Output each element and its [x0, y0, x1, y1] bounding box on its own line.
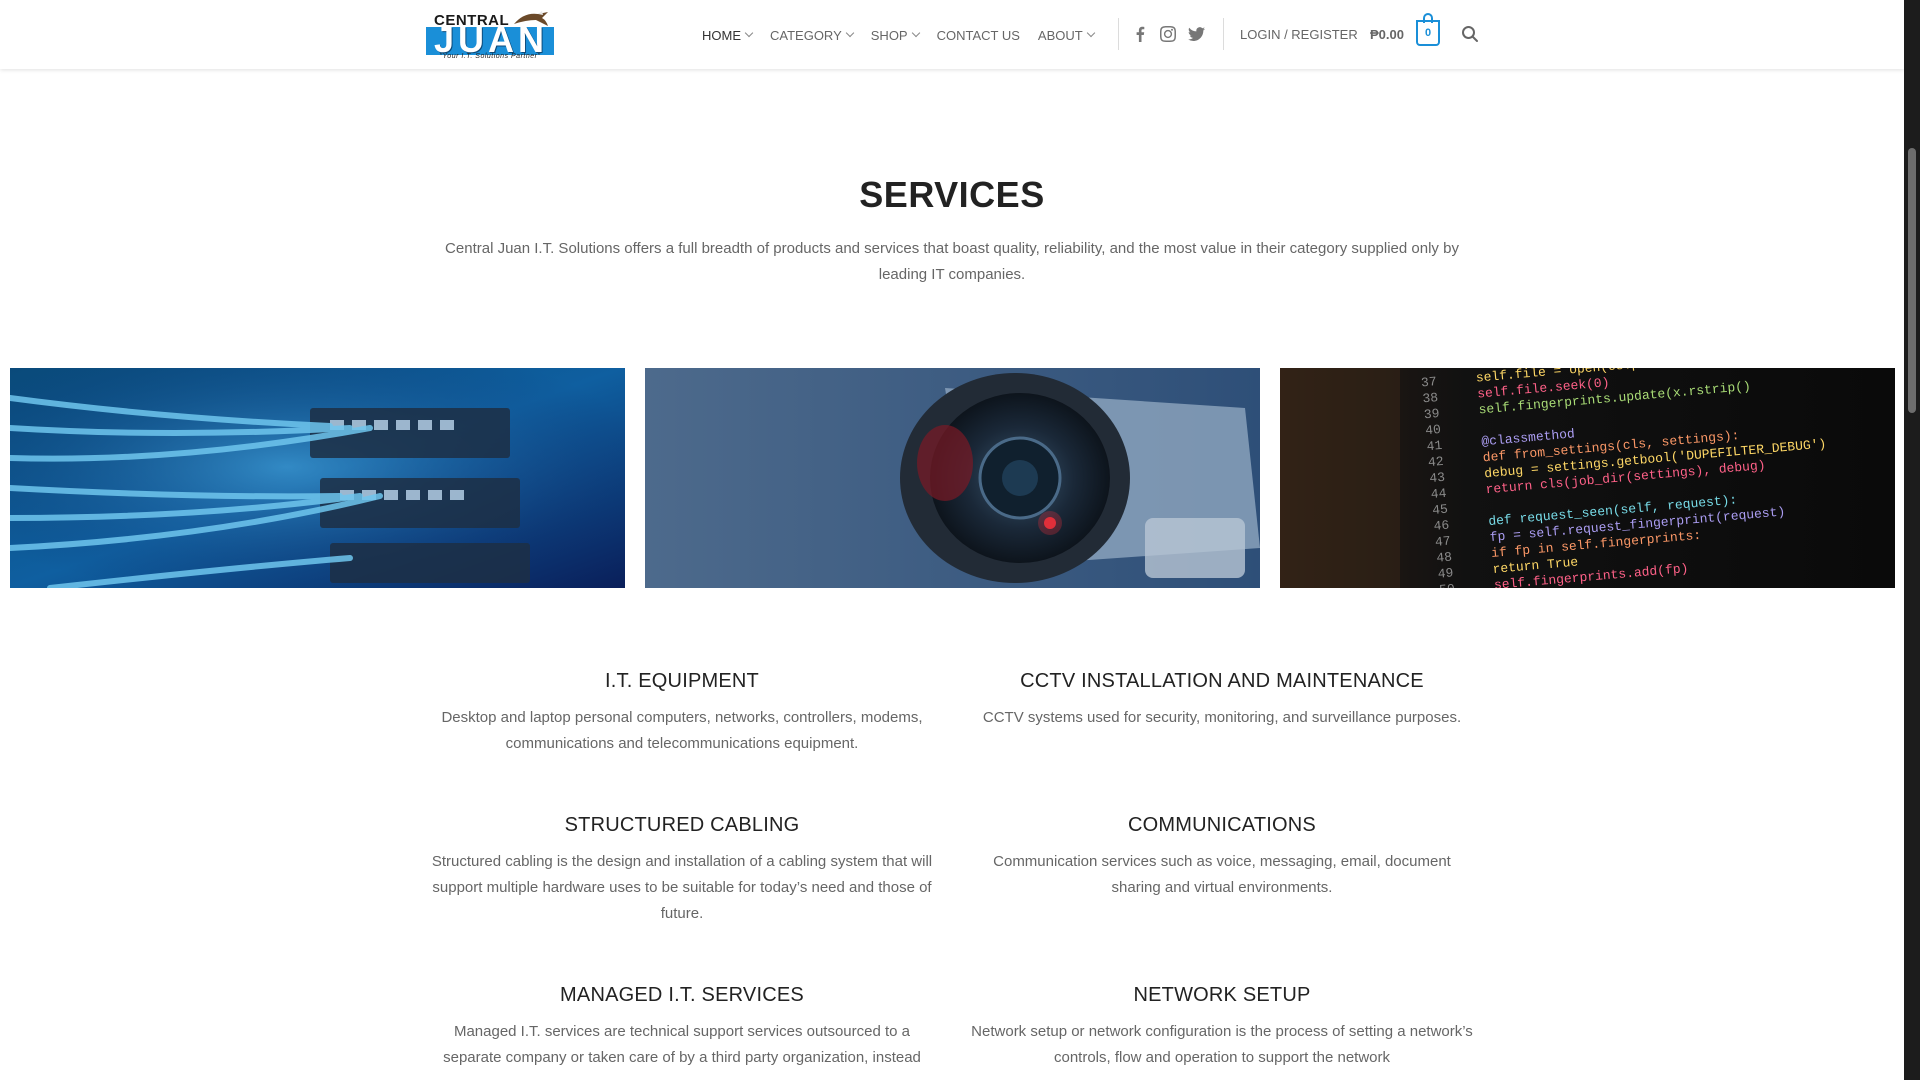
- source-code-image: 37self.file = open(os.path.join38self.fi…: [1280, 368, 1895, 588]
- service-title: NETWORK SETUP: [1133, 984, 1311, 1006]
- service-communications: COMMUNICATIONS Communication services su…: [967, 814, 1477, 901]
- cart-total[interactable]: ₱0.00: [1370, 27, 1404, 42]
- social-links: [1130, 24, 1214, 44]
- nav-item-shop[interactable]: SHOP: [870, 27, 920, 43]
- site-logo[interactable]: CENTRAL JUAN "Your I.T. Solutions Partne…: [426, 8, 556, 60]
- cart-count: 0: [1424, 27, 1432, 39]
- code-line-number: 43: [1429, 470, 1446, 486]
- nav-label: CONTACT US: [936, 27, 1020, 43]
- service-title: I.T. EQUIPMENT: [605, 670, 759, 692]
- code-line-number: 50: [1439, 581, 1456, 588]
- service-structured-cabling: STRUCTURED CABLING Structured cabling is…: [427, 814, 937, 927]
- nav-divider: [1223, 18, 1224, 50]
- service-title: STRUCTURED CABLING: [564, 814, 800, 836]
- service-network-setup: NETWORK SETUP Network setup or network c…: [967, 984, 1477, 1071]
- chevron-down-icon: [1086, 28, 1095, 38]
- service-cctv: CCTV INSTALLATION AND MAINTENANCE CCTV s…: [967, 670, 1477, 731]
- site-header: CENTRAL JUAN "Your I.T. Solutions Partne…: [0, 0, 1904, 69]
- login-register-link[interactable]: LOGIN / REGISTER: [1240, 27, 1358, 42]
- service-description: CCTV systems used for security, monitori…: [982, 709, 1462, 726]
- twitter-icon[interactable]: [1186, 24, 1206, 44]
- main-nav: HOME CATEGORY SHOP CONTACT US ABOUT: [702, 24, 1112, 46]
- nav-item-category[interactable]: CATEGORY: [770, 27, 855, 43]
- chevron-down-icon: [911, 28, 920, 38]
- code-line-number: 39: [1423, 406, 1440, 422]
- nav-label: HOME: [702, 27, 741, 43]
- facebook-icon[interactable]: [1130, 24, 1150, 44]
- services-title: SERVICES: [859, 174, 1045, 215]
- chevron-down-icon: [744, 28, 754, 38]
- service-description: Desktop and laptop personal computers, n…: [441, 709, 923, 752]
- search-icon[interactable]: [1461, 25, 1479, 43]
- service-title: MANAGED I.T. SERVICES: [560, 984, 804, 1006]
- code-line-number: 38: [1422, 390, 1439, 406]
- code-line-number: 45: [1432, 502, 1449, 518]
- code-line-number: 44: [1430, 486, 1447, 502]
- service-it-equipment: I.T. EQUIPMENT Desktop and laptop person…: [427, 670, 937, 757]
- cctv-camera-image: [645, 368, 1260, 588]
- code-line-number: 40: [1425, 422, 1442, 438]
- service-description: Managed I.T. services are technical supp…: [443, 1023, 921, 1066]
- code-line-number: 49: [1437, 565, 1454, 581]
- nav-item-home[interactable]: HOME: [702, 27, 754, 43]
- service-description: Structured cabling is the design and ins…: [431, 853, 933, 922]
- code-line-number: 48: [1436, 549, 1453, 565]
- nav-item-contact-us[interactable]: CONTACT US: [937, 28, 1020, 43]
- code-line-number: 41: [1426, 438, 1443, 454]
- code-line-number: 37: [1420, 374, 1437, 390]
- service-managed-it: MANAGED I.T. SERVICES Managed I.T. servi…: [427, 984, 937, 1071]
- nav-item-about[interactable]: ABOUT: [1037, 27, 1095, 43]
- nav-label: SHOP: [870, 27, 908, 43]
- service-title: CCTV INSTALLATION AND MAINTENANCE: [1020, 670, 1424, 692]
- cart-icon[interactable]: 0: [1416, 20, 1440, 46]
- services-description: Central Juan I.T. Solutions offers a ful…: [445, 240, 1459, 283]
- page: CENTRAL JUAN "Your I.T. Solutions Partne…: [0, 0, 1904, 1080]
- network-cables-image: [10, 368, 625, 588]
- code-line-number: 42: [1427, 454, 1444, 470]
- instagram-icon[interactable]: [1158, 24, 1178, 44]
- scrollbar-thumb[interactable]: [1908, 148, 1916, 413]
- service-description: Communication services such as voice, me…: [993, 853, 1451, 896]
- nav-label: CATEGORY: [770, 27, 842, 43]
- logo-tagline: "Your I.T. Solutions Partner": [439, 53, 541, 60]
- page-scrollbar[interactable]: [1904, 0, 1920, 1080]
- nav-label: ABOUT: [1037, 27, 1083, 43]
- nav-divider: [1118, 18, 1119, 50]
- code-line-number: 47: [1434, 534, 1451, 550]
- code-line-number: 46: [1433, 518, 1450, 534]
- service-description: Network setup or network configuration i…: [971, 1023, 1473, 1066]
- chevron-down-icon: [845, 28, 855, 38]
- service-title: COMMUNICATIONS: [1128, 814, 1316, 836]
